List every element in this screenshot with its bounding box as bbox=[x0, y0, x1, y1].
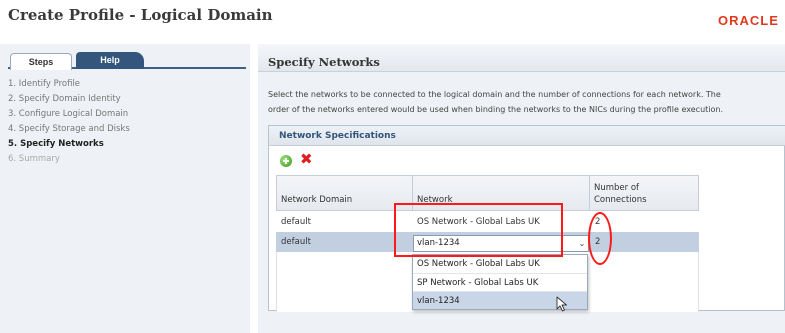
mouse-cursor-icon bbox=[556, 296, 567, 312]
step-configure-logical-domain[interactable]: 3. Configure Logical Domain bbox=[8, 107, 246, 122]
description: Select the networks to be connected to t… bbox=[268, 87, 785, 117]
tab-help[interactable]: Help bbox=[76, 52, 144, 69]
annotation-oval bbox=[588, 212, 612, 265]
delete-icon[interactable]: ✖ bbox=[300, 152, 313, 167]
add-icon[interactable] bbox=[280, 155, 292, 167]
annotation-rectangle bbox=[394, 203, 563, 257]
oracle-logo: ORACLE bbox=[718, 13, 779, 28]
network-specifications-title: Network Specifications bbox=[279, 131, 396, 141]
step-specify-domain-identity[interactable]: 2. Specify Domain Identity bbox=[8, 92, 246, 107]
description-line-1: Select the networks to be connected to t… bbox=[268, 90, 721, 99]
column-label-line-2: Connections bbox=[594, 195, 647, 205]
dropdown-option-sp-network[interactable]: SP Network - Global Labs UK bbox=[413, 273, 587, 291]
dropdown-option-os-network[interactable]: OS Network - Global Labs UK bbox=[413, 255, 587, 273]
column-label: Network Domain bbox=[281, 195, 353, 205]
step-specify-storage-and-disks[interactable]: 4. Specify Storage and Disks bbox=[8, 122, 246, 137]
column-header-connections[interactable]: Number of Connections bbox=[590, 176, 700, 210]
cell-network-domain: default bbox=[281, 237, 311, 247]
column-header-network-domain[interactable]: Network Domain bbox=[277, 176, 413, 210]
cell-network-domain: default bbox=[281, 217, 311, 227]
column-label-line-1: Number of bbox=[594, 183, 640, 193]
steps-list: 1. Identify Profile 2. Specify Domain Id… bbox=[8, 77, 246, 167]
step-summary: 6. Summary bbox=[8, 154, 60, 164]
page-title: Create Profile - Logical Domain bbox=[8, 6, 273, 24]
chevron-down-icon[interactable]: ⌄ bbox=[576, 236, 588, 251]
description-line-2: order of the networks entered would be u… bbox=[268, 105, 724, 114]
step-specify-networks[interactable]: 5. Specify Networks bbox=[8, 137, 246, 152]
section-title: Specify Networks bbox=[268, 55, 380, 69]
tab-steps[interactable]: Steps bbox=[10, 53, 72, 70]
column-label: Number of Connections bbox=[594, 182, 647, 206]
step-identify-profile[interactable]: 1. Identify Profile bbox=[8, 77, 246, 92]
